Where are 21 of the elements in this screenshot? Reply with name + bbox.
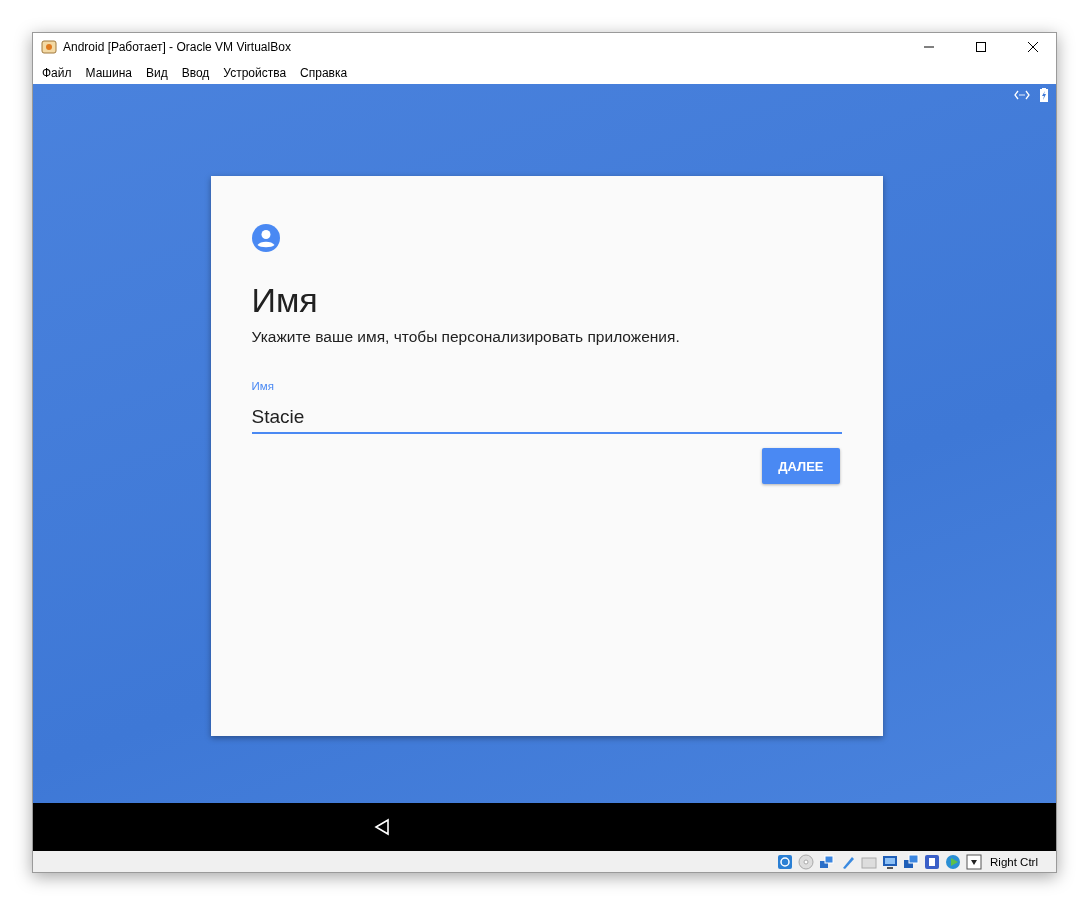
maximize-icon (976, 42, 986, 52)
data-transfer-icon (1014, 90, 1030, 100)
menu-item[interactable]: Ввод (174, 65, 217, 80)
menu-item[interactable]: Вид (138, 65, 175, 80)
page-heading: Имя (251, 280, 318, 321)
battery-charging-icon (1040, 88, 1048, 102)
display-icon[interactable] (882, 853, 899, 870)
field-label: Имя (251, 380, 274, 392)
name-input-field[interactable]: Stacie (251, 402, 842, 434)
account-icon (251, 224, 280, 252)
menu-item[interactable]: Справка (293, 65, 355, 80)
menu-item[interactable]: Машина (78, 65, 139, 80)
page-description: Укажите ваше имя, чтобы персонализировать приложения. (251, 328, 680, 346)
back-icon (373, 818, 391, 836)
host-key-label: Right Ctrl (990, 855, 1038, 868)
menu-item[interactable]: Файл (35, 65, 79, 80)
window-title: Android [Работает] - Oracle VM VirtualBox (63, 40, 292, 54)
close-icon (1028, 42, 1038, 52)
back-button[interactable] (373, 818, 391, 836)
app-icon (41, 39, 57, 55)
menu-item[interactable]: Устройства (216, 65, 294, 80)
